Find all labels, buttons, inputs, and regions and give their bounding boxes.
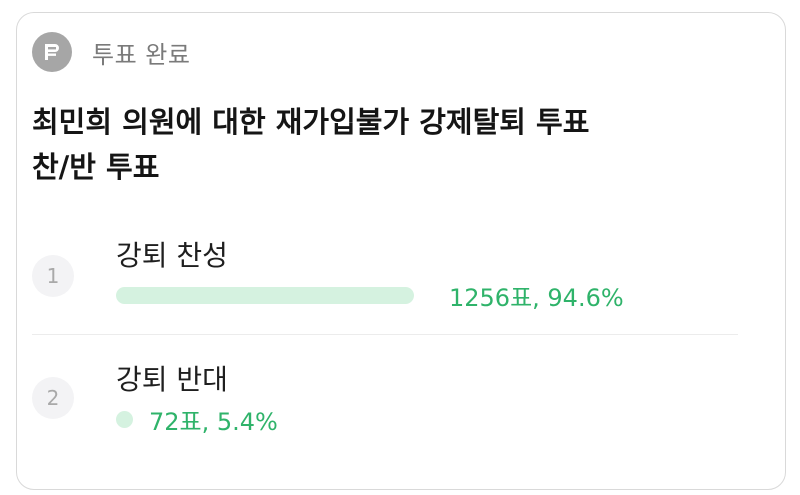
result-text: 72표, 5.4%: [149, 408, 278, 436]
result-bar-track: [116, 287, 431, 304]
result-row: 72표, 5.4%: [116, 402, 278, 437]
result-bar: [116, 411, 133, 428]
option-label: 강퇴 반대: [116, 363, 228, 396]
poll-header: 투표 완료: [32, 32, 190, 72]
poll-question: 최민희 의원에 대한 재가입불가 강제탈퇴 투표 찬/반 투표: [32, 100, 732, 190]
result-bar-track: [116, 411, 133, 428]
option-number: 1: [32, 255, 74, 297]
poll-option-2[interactable]: 2 강퇴 반대 72표, 5.4%: [32, 342, 738, 442]
result-row: 1256표, 94.6%: [116, 278, 624, 313]
option-number: 2: [32, 377, 74, 419]
option-label: 강퇴 찬성: [116, 239, 228, 272]
option-divider: [32, 334, 738, 335]
poll-question-line: 최민희 의원에 대한 재가입불가 강제탈퇴 투표: [32, 105, 590, 139]
poll-question-line: 찬/반 투표: [32, 150, 160, 184]
poll-status: 투표 완료: [92, 40, 191, 69]
poll-option-1[interactable]: 1 강퇴 찬성 1256표, 94.6%: [32, 222, 738, 322]
result-bar: [116, 287, 414, 304]
ballot-icon: [32, 32, 72, 72]
result-text: 1256표, 94.6%: [449, 284, 624, 312]
